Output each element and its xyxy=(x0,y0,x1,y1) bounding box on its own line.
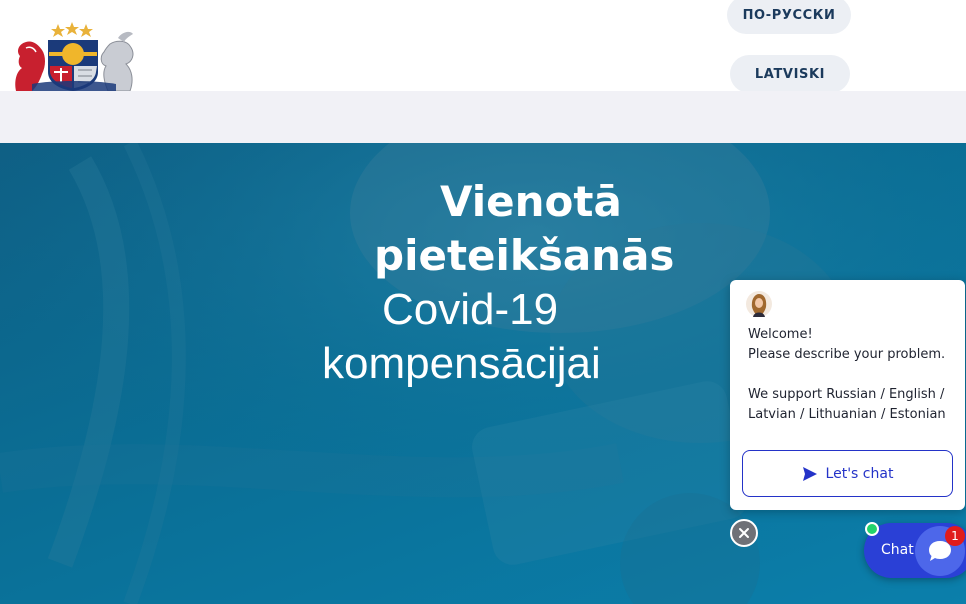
close-icon xyxy=(739,528,749,538)
chat-welcome-card: Welcome! Please describe your problem. W… xyxy=(730,280,965,510)
hero-title-line-1: Vienotā xyxy=(440,177,622,226)
sub-header-bar xyxy=(0,91,966,143)
send-icon xyxy=(802,466,817,481)
hero-subtitle-line-2: kompensācijai xyxy=(322,339,601,388)
lets-chat-button[interactable]: Let's chat xyxy=(742,450,953,497)
chat-launcher-label: Chat xyxy=(881,542,914,558)
close-chat-button[interactable] xyxy=(730,519,758,547)
lets-chat-label: Let's chat xyxy=(825,465,894,482)
hero-subtitle-line-1: Covid-19 xyxy=(382,285,559,334)
agent-avatar-icon xyxy=(746,291,772,317)
online-status-indicator xyxy=(865,522,879,536)
language-russian-button[interactable]: ПО-РУССКИ xyxy=(727,0,851,34)
coat-of-arms-icon[interactable] xyxy=(12,22,136,92)
unread-count-badge: 1 xyxy=(945,526,965,546)
coat-of-arms-graphic xyxy=(15,22,134,92)
hero-title-line-2: pieteikšanās xyxy=(374,231,675,280)
language-latvian-button[interactable]: LATVISKI xyxy=(730,55,850,93)
chat-welcome-message: Welcome! Please describe your problem. W… xyxy=(748,327,946,422)
site-header: ПО-РУССКИ LATVISKI xyxy=(0,0,966,93)
